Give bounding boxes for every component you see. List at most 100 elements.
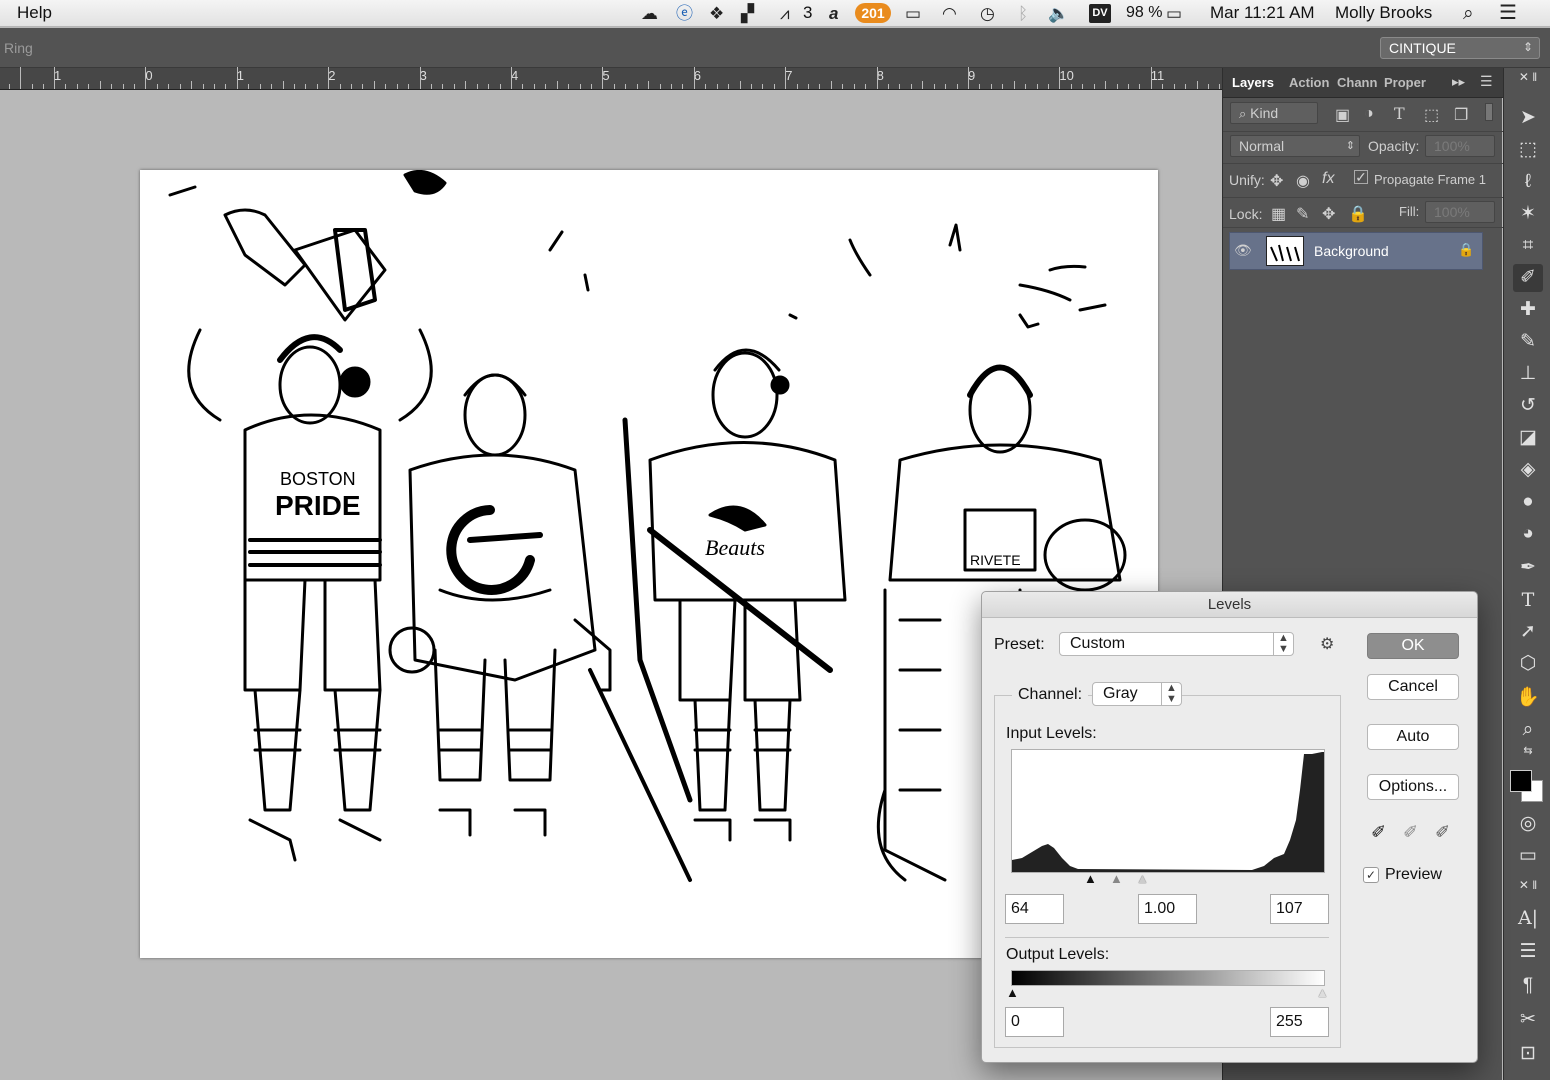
eraser-tool-icon[interactable]: ◪ — [1513, 424, 1543, 452]
tab-properties[interactable]: Proper — [1384, 75, 1426, 90]
input-black-field[interactable]: 64 — [1005, 894, 1064, 924]
brush-presets-icon[interactable]: ✂ — [1513, 1006, 1543, 1034]
blur-tool-icon[interactable]: ● — [1513, 488, 1543, 516]
cancel-button[interactable]: Cancel — [1367, 674, 1459, 700]
clone-source-icon[interactable]: ⊡ — [1513, 1040, 1543, 1068]
notification-center-icon[interactable]: ☰ — [1499, 3, 1517, 23]
image-filter-icon[interactable]: ▣ — [1335, 105, 1350, 125]
input-gamma-field[interactable]: 1.00 — [1138, 894, 1197, 924]
user-name[interactable]: Molly Brooks — [1335, 3, 1432, 23]
move-tool-icon[interactable]: ➤ — [1513, 104, 1543, 132]
input-white-field[interactable]: 107 — [1270, 894, 1329, 924]
expand-panels-icon[interactable]: ▸▸ — [1452, 74, 1465, 90]
dodge-tool-icon[interactable]: ◕ — [1513, 520, 1543, 548]
shape-tool-icon[interactable]: ⬡ — [1513, 650, 1543, 678]
brush-tool-icon[interactable]: ✎ — [1513, 328, 1543, 356]
clock[interactable]: Mar 11:21 AM — [1210, 3, 1315, 23]
crop-tool-icon[interactable]: ⌗ — [1513, 232, 1543, 260]
paint-bucket-tool-icon[interactable]: ◈ — [1513, 456, 1543, 484]
lock-pixels-icon[interactable]: ✎ — [1296, 204, 1309, 224]
lock-icon[interactable]: 🔒 — [1458, 242, 1474, 258]
tab-actions[interactable]: Action — [1289, 75, 1329, 90]
swap-colors-icon[interactable]: ⇆ — [1513, 744, 1543, 758]
lock-transparency-icon[interactable]: ▦ — [1271, 204, 1286, 224]
shape-filter-icon[interactable]: ⬚ — [1424, 105, 1439, 125]
type-filter-icon[interactable]: T — [1394, 104, 1405, 123]
clone-stamp-tool-icon[interactable]: ⊥ — [1513, 360, 1543, 388]
history-brush-tool-icon[interactable]: ↺ — [1513, 392, 1543, 420]
unify-position-icon[interactable]: ✥ — [1270, 171, 1283, 191]
ok-button[interactable]: OK — [1367, 633, 1459, 659]
options-button[interactable]: Options... — [1367, 774, 1459, 800]
layer-row-background[interactable]: 👁 Background 🔒 — [1229, 232, 1483, 270]
preset-select[interactable]: Custom ▲ ▼ — [1059, 632, 1294, 656]
unify-visibility-icon[interactable]: ◉ — [1296, 171, 1310, 191]
lasso-tool-icon[interactable]: ℓ — [1513, 168, 1543, 196]
eyedropper-tool-icon[interactable]: ✐ — [1513, 264, 1543, 292]
horizontal-ruler[interactable]: 1 0 1 2 3 4 5 6 7 8 9 10 11 — [0, 67, 1222, 90]
pen-tool-icon[interactable]: ✒ — [1513, 554, 1543, 582]
help-menu[interactable]: Help — [17, 3, 52, 23]
quick-mask-icon[interactable]: ◎ — [1513, 810, 1543, 838]
preset-options-gear-icon[interactable]: ⚙ — [1320, 634, 1334, 654]
black-eyedropper-icon[interactable]: ✐ — [1371, 822, 1386, 843]
close-panel-icon-2[interactable]: ✕ ‖ — [1513, 878, 1543, 892]
type-tool-icon[interactable]: T — [1513, 586, 1543, 614]
spotlight-icon[interactable]: ⌕ — [1463, 4, 1474, 23]
tab-layers[interactable]: Layers — [1232, 75, 1274, 90]
kind-filter-select[interactable]: ⌕ Kind — [1230, 102, 1318, 124]
panel-menu-icon[interactable]: ☰ — [1480, 73, 1493, 90]
path-selection-tool-icon[interactable]: ➚ — [1513, 618, 1543, 646]
adobe-icon[interactable]: ⩘ — [780, 4, 790, 23]
gray-eyedropper-icon[interactable]: ✐ — [1403, 822, 1418, 843]
hand-tool-icon[interactable]: ✋ — [1513, 684, 1543, 712]
wifi-icon[interactable]: ◠ — [942, 4, 957, 23]
dv-icon[interactable]: DV — [1089, 4, 1111, 23]
output-black-slider[interactable]: ▲ — [1006, 985, 1019, 1000]
workspace-select[interactable]: CINTIQUE ⇕ — [1380, 37, 1540, 59]
lock-all-icon[interactable]: 🔒 — [1348, 204, 1368, 224]
preview-checkbox[interactable]: ✓ — [1363, 867, 1379, 883]
marquee-tool-icon[interactable]: ⬚ — [1513, 136, 1543, 164]
battery-icon[interactable]: ▭ — [1166, 4, 1182, 23]
notification-badge[interactable]: 201 — [855, 3, 891, 23]
evernote-icon[interactable]: ⓔ — [676, 4, 693, 23]
amazon-icon[interactable]: a — [829, 4, 838, 23]
zoom-tool-icon[interactable]: ⌕ — [1513, 716, 1543, 744]
screen-mode-icon[interactable]: ▭ — [1513, 842, 1543, 870]
foreground-color-swatch[interactable] — [1510, 770, 1532, 792]
unify-style-icon[interactable]: fx — [1322, 170, 1334, 188]
volume-icon[interactable]: 🔈 — [1048, 4, 1069, 23]
channel-select[interactable]: Gray ▲ ▼ — [1092, 682, 1182, 706]
input-gamma-slider[interactable]: ▲ — [1110, 871, 1123, 886]
healing-brush-tool-icon[interactable]: ✚ — [1513, 296, 1543, 324]
output-black-field[interactable]: 0 — [1005, 1007, 1064, 1037]
tab-channels[interactable]: Chann — [1337, 75, 1377, 90]
input-black-slider[interactable]: ▲ — [1084, 871, 1097, 886]
magic-wand-tool-icon[interactable]: ✶ — [1513, 200, 1543, 228]
airplay-icon[interactable]: ▭ — [905, 4, 921, 23]
filter-toggle[interactable] — [1485, 103, 1493, 121]
input-white-slider[interactable]: ▲ — [1136, 871, 1149, 886]
dropbox-icon[interactable]: ❖ — [709, 4, 724, 23]
bluetooth-icon[interactable]: ᛒ — [1018, 4, 1028, 23]
white-eyedropper-icon[interactable]: ✐ — [1435, 822, 1450, 843]
adjustments-panel-icon[interactable]: ☰ — [1513, 938, 1543, 966]
lock-position-icon[interactable]: ✥ — [1322, 204, 1335, 224]
output-white-field[interactable]: 255 — [1270, 1007, 1329, 1037]
time-machine-icon[interactable]: ◷ — [980, 4, 995, 23]
blend-mode-select[interactable]: Normal ⇕ — [1230, 135, 1360, 157]
output-white-slider[interactable]: ▲ — [1316, 985, 1329, 1000]
chat-icon[interactable]: ▞ — [741, 4, 754, 23]
paragraph-panel-icon[interactable]: ¶ — [1513, 972, 1543, 1000]
character-panel-icon[interactable]: A| — [1513, 904, 1543, 932]
fill-input[interactable]: 100% — [1425, 201, 1495, 223]
close-panel-icon[interactable]: ✕ ‖ — [1513, 70, 1543, 84]
auto-button[interactable]: Auto — [1367, 724, 1459, 750]
opacity-input[interactable]: 100% — [1425, 135, 1495, 157]
creative-cloud-icon[interactable]: ☁ — [641, 4, 658, 23]
smart-object-filter-icon[interactable]: ❐ — [1454, 105, 1468, 125]
dialog-title[interactable]: Levels — [982, 592, 1477, 618]
propagate-checkbox[interactable]: ✓ — [1354, 170, 1368, 184]
eye-icon[interactable]: 👁 — [1234, 242, 1252, 259]
